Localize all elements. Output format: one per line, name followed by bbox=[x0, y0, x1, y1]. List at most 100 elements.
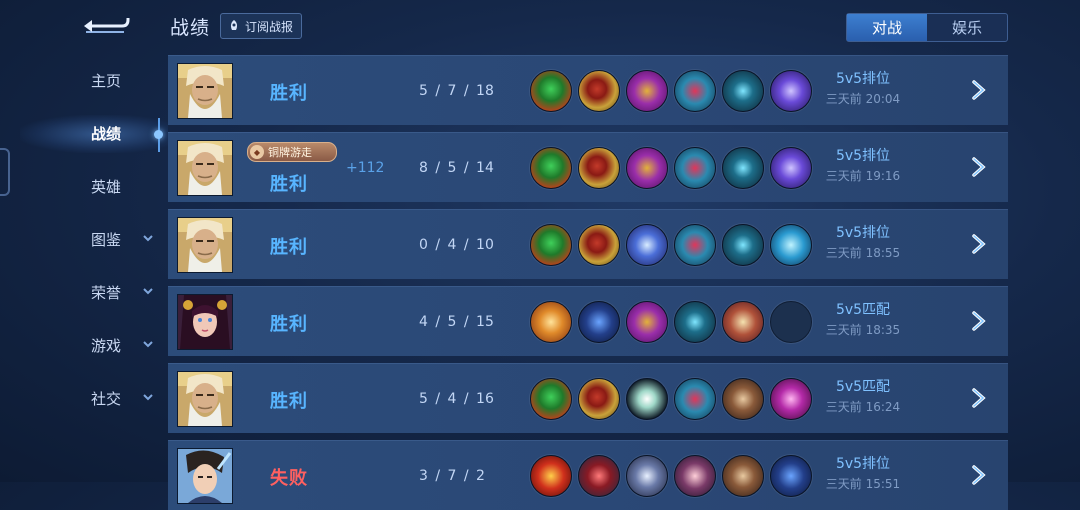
chevron-down-icon bbox=[143, 394, 153, 401]
chevron-down-icon bbox=[143, 288, 153, 295]
magenta-item-icon bbox=[770, 378, 812, 420]
sidebar-item-social[interactable]: 社交 bbox=[60, 380, 156, 416]
orange-item-icon bbox=[530, 301, 572, 343]
purple-item-icon bbox=[626, 70, 668, 112]
page-title: 战绩 bbox=[170, 17, 211, 39]
match-time: 三天前 19:16 bbox=[825, 169, 901, 183]
item-build bbox=[530, 301, 812, 343]
mode-tabs: 对战 娱乐 bbox=[846, 13, 1008, 42]
match-time: 三天前 20:04 bbox=[825, 92, 901, 106]
purple-item-icon bbox=[626, 301, 668, 343]
item-build bbox=[530, 224, 812, 266]
match-row[interactable]: 胜利 0 / 4 / 10 5v5排位 三天前 18:55 bbox=[168, 209, 1008, 279]
teal-item-icon bbox=[674, 224, 716, 266]
empty-item-slot bbox=[770, 301, 812, 343]
red-item-icon bbox=[530, 455, 572, 497]
chevron-right-icon[interactable] bbox=[968, 156, 990, 178]
chevron-down-icon bbox=[143, 235, 153, 242]
item-build bbox=[530, 147, 812, 189]
kda-score: 8 / 5 / 14 bbox=[419, 160, 494, 176]
game-mode: 5v5排位 bbox=[835, 148, 891, 164]
gold-item-icon bbox=[578, 224, 620, 266]
green-item-icon bbox=[530, 378, 572, 420]
sidebar: 主页 战绩 英雄 图鉴 荣誉 游戏 社交 bbox=[0, 52, 168, 482]
sidebar-item-catalog[interactable]: 图鉴 bbox=[60, 221, 156, 257]
match-time: 三天前 16:24 bbox=[825, 400, 901, 414]
rank-points: +112 bbox=[346, 160, 385, 176]
chevron-right-icon[interactable] bbox=[968, 464, 990, 486]
sidebar-item-label: 主页 bbox=[90, 71, 121, 90]
chevron-right-icon[interactable] bbox=[968, 387, 990, 409]
game-mode: 5v5排位 bbox=[835, 225, 891, 241]
sidebar-item-label: 荣誉 bbox=[90, 283, 121, 302]
match-row[interactable]: 胜利 4 / 5 / 15 5v5匹配三天前 18:35 bbox=[168, 286, 1008, 356]
green-item-icon bbox=[530, 224, 572, 266]
sidebar-item-games[interactable]: 游戏 bbox=[60, 327, 156, 363]
game-mode: 5v5匹配 bbox=[835, 302, 891, 318]
navy-item-icon bbox=[578, 301, 620, 343]
cyan-item-icon bbox=[674, 301, 716, 343]
sidebar-item-label: 社交 bbox=[90, 389, 121, 408]
hero-avatar bbox=[177, 448, 233, 504]
match-result: 胜利 bbox=[270, 391, 308, 412]
top-bar: 战绩 订阅战报 对战 娱乐 bbox=[0, 0, 1080, 52]
item-build bbox=[530, 378, 812, 420]
armor-item-icon bbox=[722, 378, 764, 420]
armor-item-icon bbox=[722, 455, 764, 497]
cyan-item-icon bbox=[722, 147, 764, 189]
kda-score: 0 / 4 / 10 bbox=[419, 237, 494, 253]
match-result: 失败 bbox=[270, 468, 308, 489]
match-row[interactable]: 胜利 5 / 7 / 18 5v5排位 三天前 20:04 bbox=[168, 55, 1008, 125]
teal-item-icon bbox=[674, 70, 716, 112]
violet-item-icon bbox=[770, 147, 812, 189]
hero-avatar bbox=[177, 63, 233, 119]
gold-item-icon bbox=[578, 378, 620, 420]
green-item-icon bbox=[530, 70, 572, 112]
crimson-item-icon bbox=[578, 455, 620, 497]
sidebar-item-label: 图鉴 bbox=[90, 230, 121, 249]
edge-decoration bbox=[0, 148, 10, 196]
sidebar-item-label: 游戏 bbox=[90, 336, 121, 355]
steel-item-icon bbox=[626, 455, 668, 497]
kda-score: 4 / 5 / 15 bbox=[419, 314, 494, 330]
tab-entertainment[interactable]: 娱乐 bbox=[927, 14, 1007, 41]
white-item-icon bbox=[626, 378, 668, 420]
sidebar-item-home[interactable]: 主页 bbox=[60, 62, 156, 98]
hero-avatar bbox=[177, 294, 233, 350]
badge-label: 铜牌游走 bbox=[268, 146, 312, 159]
match-row[interactable]: ◆ 铜牌游走 胜利 +112 8 / 5 / 14 5v5排位 三天前 19:16 bbox=[168, 132, 1008, 202]
green-item-icon bbox=[530, 147, 572, 189]
sidebar-item-heroes[interactable]: 英雄 bbox=[60, 168, 156, 204]
teal-item-icon bbox=[674, 378, 716, 420]
sidebar-item-label: 战绩 bbox=[90, 124, 121, 143]
match-row[interactable]: 胜利 5 / 4 / 16 5v5匹配三天前 16:24 bbox=[168, 363, 1008, 433]
game-mode: 5v5排位 bbox=[835, 456, 891, 472]
item-build bbox=[530, 70, 812, 112]
chevron-right-icon[interactable] bbox=[968, 233, 990, 255]
purple-item-icon bbox=[626, 147, 668, 189]
sidebar-item-records[interactable]: 战绩 bbox=[60, 115, 156, 151]
tab-battle[interactable]: 对战 bbox=[847, 14, 927, 41]
gold-item-icon bbox=[578, 70, 620, 112]
subscribe-label: 订阅战报 bbox=[245, 19, 294, 34]
match-result: 胜利 bbox=[270, 314, 308, 335]
navy-item-icon bbox=[770, 455, 812, 497]
kda-score: 5 / 4 / 16 bbox=[419, 391, 494, 407]
match-result: 胜利 bbox=[270, 237, 308, 258]
chevron-right-icon[interactable] bbox=[968, 310, 990, 332]
chevron-right-icon[interactable] bbox=[968, 79, 990, 101]
item-build bbox=[530, 455, 812, 497]
sky-item-icon bbox=[770, 224, 812, 266]
blue-item-icon bbox=[626, 224, 668, 266]
teal-item-icon bbox=[674, 147, 716, 189]
badge-icon: ◆ bbox=[250, 145, 264, 159]
match-time: 三天前 18:35 bbox=[825, 323, 901, 337]
game-mode: 5v5匹配 bbox=[835, 379, 891, 395]
hero-avatar bbox=[177, 371, 233, 427]
match-row[interactable]: 失败 3 / 7 / 2 5v5排位 三天前 15:51 bbox=[168, 440, 1008, 510]
match-result: 胜利 bbox=[270, 83, 308, 104]
sidebar-item-honor[interactable]: 荣誉 bbox=[60, 274, 156, 310]
back-arrow-icon[interactable] bbox=[82, 14, 132, 38]
subscribe-report-button[interactable]: 订阅战报 bbox=[220, 13, 303, 39]
axe-item-icon bbox=[674, 455, 716, 497]
